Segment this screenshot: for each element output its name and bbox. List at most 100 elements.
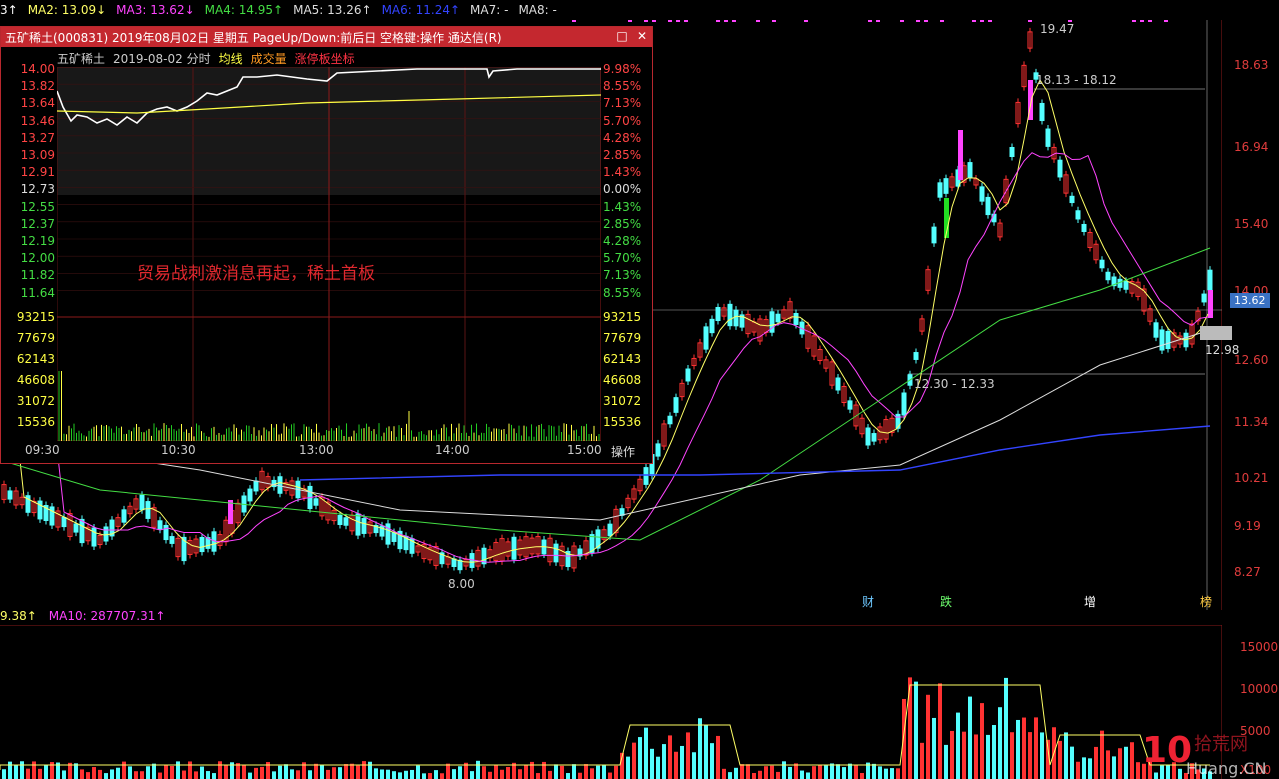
intraday-price-label: 12.00 bbox=[20, 251, 55, 266]
intraday-vol-label: 46608 bbox=[16, 373, 55, 387]
avg-line-toggle[interactable]: 均线 bbox=[219, 50, 243, 67]
volume-bar bbox=[92, 767, 96, 779]
volume-bar bbox=[986, 734, 990, 779]
intraday-price-label: 13.27 bbox=[20, 130, 55, 145]
volume-bar bbox=[86, 772, 90, 779]
volume-bar bbox=[320, 764, 324, 779]
volume-bar bbox=[110, 769, 114, 779]
top-marker bbox=[1148, 20, 1152, 22]
volume-bar bbox=[554, 764, 558, 779]
volume-bar bbox=[680, 745, 684, 779]
resistance-annotation: 18.13 - 18.12 bbox=[1036, 73, 1117, 87]
volume-bar bbox=[344, 764, 348, 779]
volume-bar bbox=[842, 767, 846, 779]
popup-title-bar[interactable]: 五矿稀土(000831) 2019年08月02日 星期五 PageUp/Down… bbox=[1, 27, 652, 47]
volume-chart[interactable] bbox=[0, 625, 1222, 779]
maximize-icon[interactable]: □ bbox=[615, 29, 629, 43]
volume-bar bbox=[878, 766, 882, 779]
price-axis-label: 16.94 bbox=[1234, 140, 1269, 154]
high-annotation: 19.47 bbox=[1040, 22, 1075, 36]
ma-item-4: MA5: 13.26↑ bbox=[293, 3, 372, 17]
volume-bar bbox=[836, 764, 840, 779]
close-icon[interactable]: ✕ bbox=[635, 29, 649, 43]
intraday-time-label: 15:00 bbox=[567, 443, 602, 457]
volume-bar bbox=[962, 731, 966, 779]
intraday-vol-label: 62143 bbox=[16, 352, 55, 366]
volume-bar bbox=[212, 773, 216, 779]
volume-bar bbox=[704, 724, 708, 779]
intraday-vol-label: 31072 bbox=[16, 394, 55, 408]
intraday-time-label: 13:00 bbox=[299, 443, 334, 457]
top-marker bbox=[724, 20, 728, 22]
candle-highlight bbox=[958, 130, 963, 180]
volume-bar bbox=[422, 773, 426, 779]
intraday-pct-label: 7.13% bbox=[603, 268, 642, 283]
intraday-vol-label: 15536 bbox=[16, 415, 55, 429]
volume-bar bbox=[278, 765, 282, 779]
intraday-price-label: 11.82 bbox=[20, 268, 55, 283]
volume-bar bbox=[116, 767, 120, 779]
intraday-price-label: 12.91 bbox=[20, 165, 55, 180]
intraday-vol-label: 93215 bbox=[16, 310, 55, 324]
marker-die[interactable]: 跌 bbox=[940, 593, 952, 610]
current-price-tag: 13.62 bbox=[1230, 293, 1270, 308]
intraday-pct-label: 4.28% bbox=[603, 234, 642, 248]
popup-title-text: 五矿稀土(000831) 2019年08月02日 星期五 PageUp/Down… bbox=[5, 30, 502, 45]
volume-bar bbox=[518, 769, 522, 779]
volume-toggle[interactable]: 成交量 bbox=[251, 50, 287, 67]
volume-bar bbox=[482, 766, 486, 779]
intraday-chart[interactable] bbox=[57, 67, 601, 441]
volume-indicator-bar: 9.38↑ MA10: 287707.31↑ bbox=[0, 606, 177, 626]
top-marker bbox=[876, 20, 880, 22]
volume-bar bbox=[530, 761, 534, 779]
intraday-popup-window[interactable]: 五矿稀土(000831) 2019年08月02日 星期五 PageUp/Down… bbox=[0, 26, 653, 464]
volume-bar bbox=[1130, 742, 1134, 779]
marker-bang[interactable]: 榜 bbox=[1200, 593, 1212, 610]
volume-bar bbox=[488, 771, 492, 779]
volume-bar bbox=[428, 773, 432, 779]
volume-bar bbox=[434, 770, 438, 779]
ma-item-2: MA3: 13.62↓ bbox=[116, 3, 195, 17]
top-marker bbox=[716, 20, 720, 22]
top-marker bbox=[756, 20, 760, 22]
volume-bar bbox=[1004, 677, 1008, 779]
volume-bar bbox=[242, 765, 246, 779]
volume-bar bbox=[638, 737, 642, 779]
volume-bar bbox=[1040, 732, 1044, 779]
volume-bar bbox=[560, 765, 564, 779]
volume-bar bbox=[602, 765, 606, 779]
volume-bar bbox=[890, 768, 894, 779]
marker-cai[interactable]: 财 bbox=[862, 593, 874, 610]
volume-bar bbox=[98, 769, 102, 779]
volume-bar bbox=[1070, 746, 1074, 779]
intraday-pct-label: 1.43% bbox=[603, 199, 642, 214]
top-marker bbox=[1140, 20, 1144, 22]
volume-bar bbox=[710, 743, 714, 779]
volume-bar bbox=[752, 773, 756, 779]
volume-bar bbox=[824, 765, 828, 779]
operate-button[interactable]: 操作 bbox=[611, 443, 635, 460]
candle-highlight bbox=[1208, 290, 1213, 318]
volume-bar bbox=[296, 770, 300, 779]
volume-bar bbox=[860, 772, 864, 779]
intraday-time-label: 09:30 bbox=[25, 443, 60, 457]
volume-bar bbox=[536, 773, 540, 779]
volume-bar bbox=[938, 683, 942, 779]
volume-bar bbox=[932, 717, 936, 779]
marker-zeng[interactable]: 增 bbox=[1084, 593, 1096, 610]
volume-bar bbox=[854, 765, 858, 779]
volume-bar bbox=[716, 735, 720, 779]
volume-bar bbox=[374, 768, 378, 779]
intraday-pct-label: 5.70% bbox=[603, 113, 642, 128]
volume-bar bbox=[284, 764, 288, 779]
vol-ma-item-0: 9.38↑ bbox=[0, 609, 37, 623]
volume-bar bbox=[674, 751, 678, 779]
volume-bar bbox=[8, 761, 12, 779]
volume-bar bbox=[356, 765, 360, 779]
volume-bar bbox=[332, 767, 336, 779]
price-axis-label: 11.34 bbox=[1234, 415, 1269, 429]
volume-bar bbox=[614, 765, 618, 779]
limit-axis-toggle[interactable]: 涨停板坐标 bbox=[295, 50, 355, 67]
volume-bar bbox=[812, 766, 816, 779]
intraday-price-label: 14.00 bbox=[20, 62, 55, 76]
